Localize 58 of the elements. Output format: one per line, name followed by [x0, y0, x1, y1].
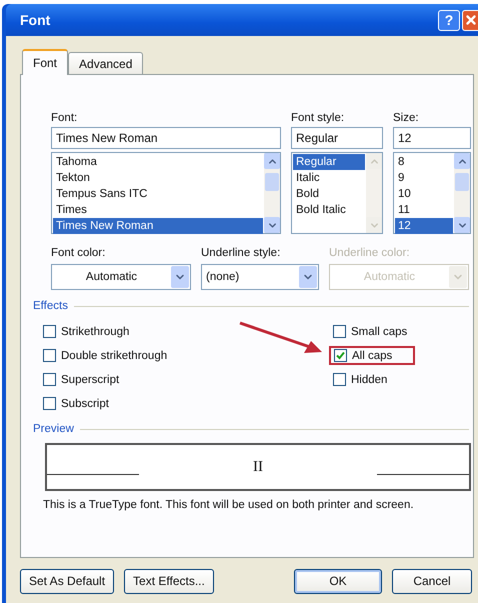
field-label: Underline style:	[201, 246, 282, 261]
checkbox-label: Subscript	[61, 398, 109, 410]
dropdown[interactable]: (none)	[201, 264, 319, 290]
field-label: Underline color:	[329, 246, 411, 261]
checkbox[interactable]	[43, 373, 56, 386]
list-item[interactable]: Bold Italic	[293, 202, 365, 218]
size-field[interactable]: 12	[393, 127, 471, 149]
scroll-bar[interactable]	[264, 153, 280, 233]
checkbox[interactable]	[333, 325, 346, 338]
dialog-button[interactable]: Cancel	[392, 568, 472, 594]
preview-sample: II	[252, 458, 264, 476]
list-item[interactable]: 10	[395, 186, 453, 202]
font-field[interactable]: Times New Roman	[51, 127, 281, 149]
checkbox-label: Double strikethrough	[61, 350, 168, 362]
field-label: Font style:	[291, 111, 346, 126]
list-item[interactable]: Tekton	[53, 170, 263, 186]
font-style-field[interactable]: Regular	[291, 127, 383, 149]
close-button[interactable]	[462, 10, 478, 30]
list-item[interactable]: 11	[395, 202, 453, 218]
tab[interactable]: Advanced	[68, 52, 144, 74]
tab[interactable]: Font	[22, 49, 68, 75]
list-item[interactable]: Tahoma	[53, 154, 263, 170]
field-label: Font color:	[51, 246, 106, 261]
list-item[interactable]: Tempus Sans ITC	[53, 186, 263, 202]
help-button[interactable]: ?	[438, 10, 460, 30]
checkbox-label: All caps	[352, 350, 392, 362]
checkbox[interactable]	[333, 373, 346, 386]
font-note: This is a TrueType font. This font will be used on both printer and screen.	[43, 499, 415, 511]
list-item[interactable]: Bold	[293, 186, 365, 202]
field-label: Font:	[51, 111, 78, 126]
checkbox[interactable]	[43, 397, 56, 410]
dialog-button[interactable]: Set As Default	[20, 568, 114, 594]
group-title: Effects	[33, 300, 68, 312]
checkbox[interactable]	[43, 325, 56, 338]
list-item[interactable]: Times	[53, 202, 263, 218]
list-item[interactable]: Regular	[293, 154, 365, 170]
checkbox[interactable]	[334, 349, 347, 362]
dropdown[interactable]: Automatic	[51, 264, 191, 290]
list-item[interactable]: Times New Roman	[53, 218, 263, 234]
field-label: Size:	[393, 111, 420, 126]
checkbox-label: Superscript	[61, 374, 120, 386]
scroll-bar[interactable]	[454, 153, 470, 233]
scroll-thumb[interactable]	[455, 173, 469, 191]
window-title: Font	[20, 12, 52, 28]
list-item[interactable]: 9	[395, 170, 453, 186]
checkbox[interactable]	[43, 349, 56, 362]
checkbox-label: Hidden	[351, 374, 388, 386]
list-item[interactable]: Italic	[293, 170, 365, 186]
scroll-thumb[interactable]	[265, 173, 279, 191]
dialog-button[interactable]: OK	[294, 568, 382, 594]
list-item[interactable]: 8	[395, 154, 453, 170]
close-icon[interactable]	[464, 13, 478, 27]
check-icon	[335, 350, 346, 361]
checkbox-label: Strikethrough	[61, 326, 130, 338]
checkbox-label: Small caps	[351, 326, 408, 338]
dialog-button[interactable]: Text Effects...	[124, 568, 214, 594]
group-title: Preview	[33, 423, 74, 435]
list-item[interactable]: 12	[395, 218, 453, 234]
